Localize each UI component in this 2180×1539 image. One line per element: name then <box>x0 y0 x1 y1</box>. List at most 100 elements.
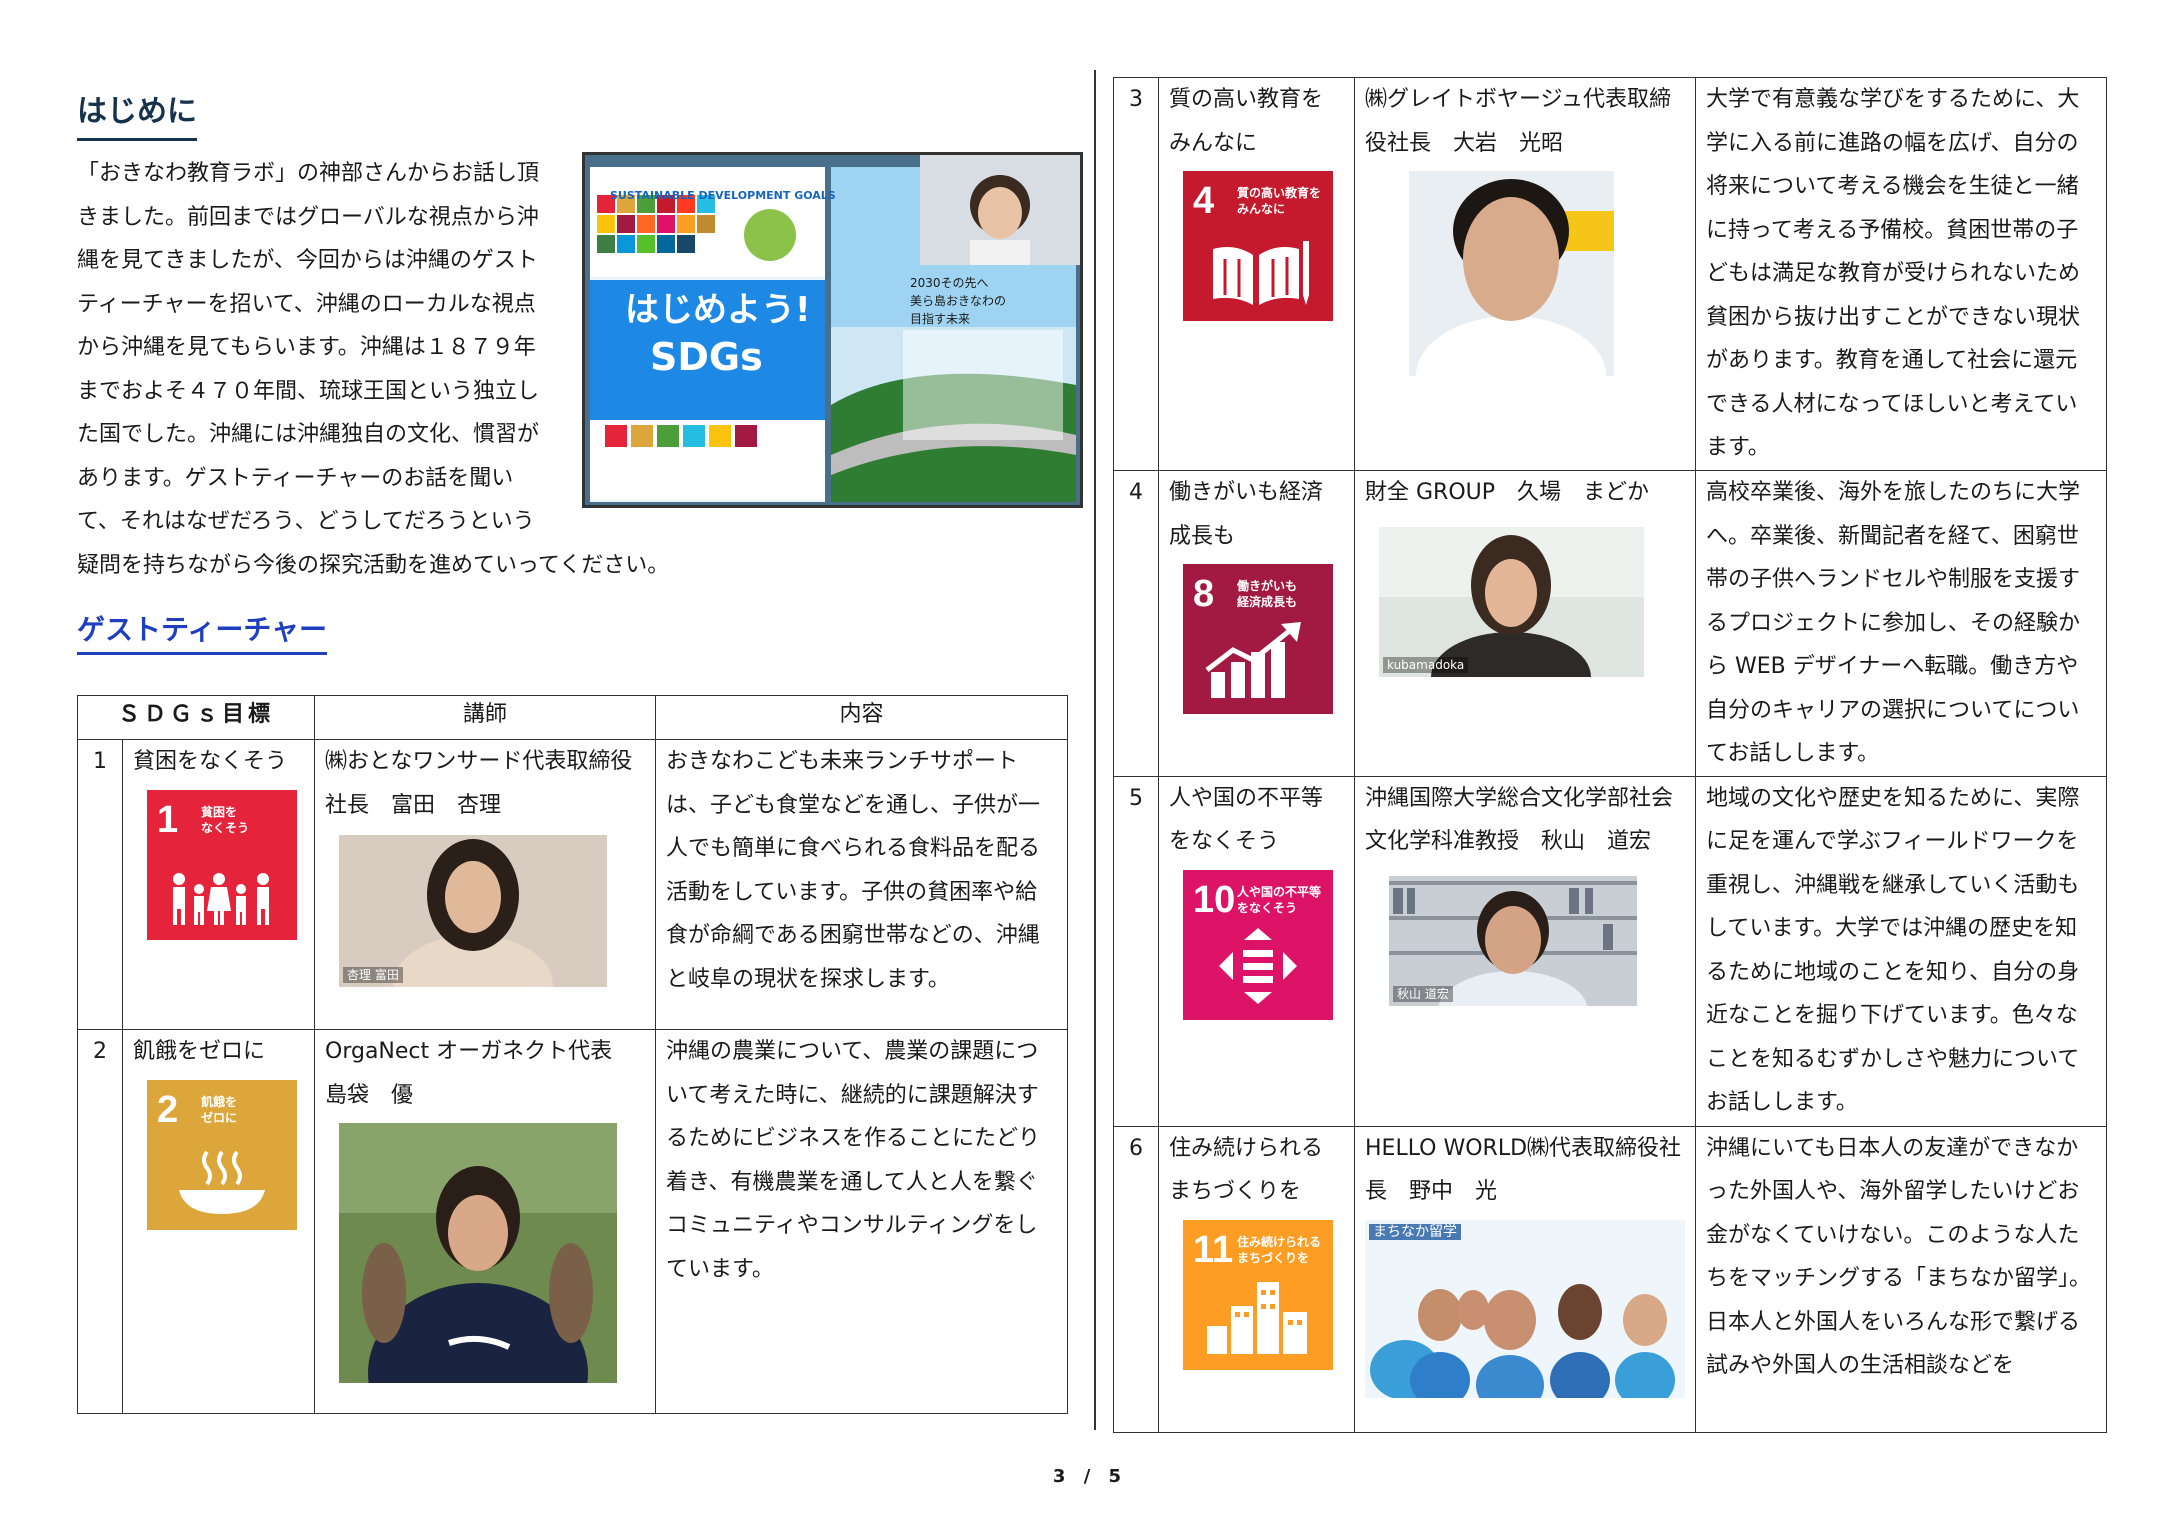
teacher-name: ㈱グレイトボヤージュ代表取締役社長 大岩 光昭 <box>1365 87 1672 156</box>
goal-cell: 飢餓をゼロに 2 飢餓を ゼロに <box>121 1029 316 1414</box>
goal-label: 飢餓をゼロに <box>133 1039 266 1064</box>
intro-photo: SUSTAINABLE DEVELOPMENT GOALS はじめよう! SDG… <box>582 152 1083 508</box>
goal-cell: 貧困をなくそう 1 貧困を なくそう <box>121 739 316 1030</box>
goal-cell: 人や国の不平等をなくそう 10 人や国の不平等 をなくそう <box>1158 775 1355 1127</box>
content-cell: 沖縄にいても日本人の友達ができなかった外国人や、海外留学したいけどお金がなくてい… <box>1695 1125 2107 1433</box>
content-text: おきなわこども未来ランチサポートは、子ども食堂などを通し、子供が一人でも簡単に食… <box>666 749 1041 992</box>
teacher-photo: kubamadoka <box>1379 526 1644 677</box>
teacher-photo: 秋山 道宏 <box>1389 875 1637 1006</box>
header-content: 内容 <box>655 695 1069 740</box>
table-row: 1 貧困をなくそう 1 貧困を なくそう ㈱おとなワンサード代表取締役社長 富田… <box>77 739 1069 1030</box>
content-cell: おきなわこども未来ランチサポートは、子ども食堂などを通し、子供が一人でも簡単に食… <box>655 739 1069 1030</box>
sdg-tile-number: 4 <box>1193 180 1215 222</box>
photo-caption: 杏理 富田 <box>343 967 403 983</box>
guest-teacher-heading: ゲストティーチャー <box>77 610 328 655</box>
sdg-tile-label: 住み続けられる まちづくりを <box>1237 1234 1322 1265</box>
teacher-cell: OrgaNect オーガネクト代表 島袋 優 <box>314 1029 657 1414</box>
header-teacher: 講師 <box>314 695 657 740</box>
sdg-tile-label: 飢餓を ゼロに <box>201 1094 238 1125</box>
inequality-icon <box>1219 927 1297 1004</box>
sdg-tile-number: 1 <box>157 798 179 841</box>
teacher-photo: まちなか留学 <box>1365 1219 1685 1398</box>
teacher-photo <box>339 1123 618 1383</box>
poster-right-caption-2: 美ら島おきなわの <box>910 294 1007 308</box>
goal-label: 質の高い教育をみんなに <box>1169 87 1324 156</box>
row-number: 5 <box>1113 775 1159 1127</box>
table-row: 6 住み続けられるまちづくりを 11 住み続けられる まちづくりを HELLO … <box>1113 1125 2107 1433</box>
teacher-cell: HELLO WORLD㈱代表取締役社長 野中 光 まちなか留学 <box>1354 1125 1696 1433</box>
poster-right-caption-1: 2030その先へ <box>910 276 989 290</box>
page-number: 3 / 5 <box>1052 1466 1128 1487</box>
poster-right-caption-3: 目指す未来 <box>910 312 971 326</box>
growth-chart-icon <box>1205 622 1301 698</box>
content-text: 大学で有意義な学びをするために、大学に入る前に進路の幅を広げ、自分の将来について… <box>1706 87 2081 460</box>
sdg-tile-number: 10 <box>1193 878 1236 921</box>
sdg-tile-label: 働きがいも 経済成長も <box>1237 579 1298 609</box>
teacher-name: OrgaNect オーガネクト代表 島袋 優 <box>325 1039 635 1108</box>
teacher-photo: 杏理 富田 <box>339 835 608 987</box>
family-icon <box>173 872 269 925</box>
header-goal: ＳＤＧｓ目標 <box>76 695 316 740</box>
city-buildings-icon <box>1207 1281 1307 1354</box>
row-number: 1 <box>77 739 123 1030</box>
intro-paragraph-text: 「おきなわ教育ラボ」の神部さんからお話し頂きました。前回まではグローバルな視点か… <box>77 161 670 578</box>
sdg-tile-number: 2 <box>157 1088 179 1131</box>
table-row: 4 働きがいも経済成長も 8 働きがいも 経済成長も 財全 GROUP 久場 ま… <box>1113 470 2107 777</box>
row-number: 2 <box>77 1029 123 1414</box>
goal-label: 住み続けられるまちづくりを <box>1169 1135 1324 1205</box>
content-text: 高校卒業後、海外を旅したのちに大学へ。卒業後、新聞記者を経て、困窮世帯の子供へラ… <box>1706 480 2081 766</box>
content-text: 沖縄の農業について、農業の課題について考えた時に、継続的に課題解決するためにビジ… <box>666 1039 1041 1282</box>
poster-illustration <box>585 155 1080 505</box>
teacher-photo <box>1409 171 1614 376</box>
teacher-cell: ㈱グレイトボヤージュ代表取締役社長 大岩 光昭 <box>1354 77 1696 471</box>
row-number: 6 <box>1113 1125 1159 1433</box>
sdg-goal-11-icon: 11 住み続けられる まちづくりを <box>1183 1219 1333 1370</box>
row-number: 4 <box>1113 470 1159 777</box>
teacher-cell: 財全 GROUP 久場 まどか kubamadoka <box>1354 470 1696 777</box>
content-cell: 沖縄の農業について、農業の課題について考えた時に、継続的に課題解決するためにビジ… <box>655 1029 1069 1414</box>
teacher-cell: 沖縄国際大学総合文化学部社会文化学科准教授 秋山 道宏 秋山 道宏 <box>1354 775 1696 1127</box>
photo-caption: まちなか留学 <box>1369 1223 1461 1240</box>
goal-label: 人や国の不平等をなくそう <box>1169 785 1324 855</box>
teacher-name: HELLO WORLD㈱代表取締役社長 野中 光 <box>1365 1135 1682 1205</box>
goal-label: 貧困をなくそう <box>133 749 288 774</box>
sdg-tile-number: 11 <box>1193 1228 1234 1271</box>
teacher-name: 財全 GROUP 久場 まどか <box>1365 480 1650 505</box>
content-text: 地域の文化や歴史を知るために、実際に足を運んで学ぶフィールドワークを重視し、沖縄… <box>1706 785 2080 1116</box>
guest-table-left: ＳＤＧｓ目標 講師 内容 1 貧困をなくそう 1 貧困を なくそう ㈱おとなワン… <box>76 695 1069 1414</box>
sdg-goal-10-icon: 10 人や国の不平等 をなくそう <box>1183 869 1333 1020</box>
intro-heading: はじめに <box>77 92 197 141</box>
sdg-goal-4-icon: 4 質の高い教育を みんなに <box>1183 171 1333 321</box>
poster-title-line2: SDGs <box>650 335 763 379</box>
row-number: 3 <box>1113 77 1159 471</box>
sdg-tile-label: 貧困を なくそう <box>201 804 250 835</box>
content-cell: 地域の文化や歴史を知るために、実際に足を運んで学ぶフィールドワークを重視し、沖縄… <box>1695 775 2107 1127</box>
table-row: 2 飢餓をゼロに 2 飢餓を ゼロに OrgaNect オーガネクト代表 島袋 … <box>77 1029 1069 1414</box>
teacher-name: ㈱おとなワンサード代表取締役社長 富田 杏理 <box>325 749 633 818</box>
photo-caption: kubamadoka <box>1383 656 1469 673</box>
sdg-tile-number: 8 <box>1193 573 1215 615</box>
teacher-name: 沖縄国際大学総合文化学部社会文化学科准教授 秋山 道宏 <box>1365 785 1674 855</box>
poster-goals-label: SUSTAINABLE DEVELOPMENT GOALS <box>610 189 836 202</box>
poster-title-line1: はじめよう! <box>625 290 811 330</box>
sdg-goal-2-icon: 2 飢餓を ゼロに <box>147 1079 297 1230</box>
photo-caption: 秋山 道宏 <box>1393 985 1453 1002</box>
goal-cell: 質の高い教育をみんなに 4 質の高い教育を みんなに <box>1158 77 1355 471</box>
sdg-goal-8-icon: 8 働きがいも 経済成長も <box>1183 564 1333 714</box>
sdg-tile-label: 人や国の不平等 をなくそう <box>1237 884 1322 915</box>
sdg-tile-label: 質の高い教育を みんなに <box>1237 186 1322 216</box>
content-text: 沖縄にいても日本人の友達ができなかった外国人や、海外留学したいけどお金がなくてい… <box>1706 1135 2092 1379</box>
goal-cell: 住み続けられるまちづくりを 11 住み続けられる まちづくりを <box>1158 1125 1355 1433</box>
goal-label: 働きがいも経済成長も <box>1169 480 1324 549</box>
content-cell: 大学で有意義な学びをするために、大学に入る前に進路の幅を広げ、自分の将来について… <box>1695 77 2107 471</box>
goal-cell: 働きがいも経済成長も 8 働きがいも 経済成長も <box>1158 470 1355 777</box>
table-row: 5 人や国の不平等をなくそう 10 人や国の不平等 をなくそう 沖縄国際大学総合… <box>1113 775 2107 1127</box>
guest-table-right: 3 質の高い教育をみんなに 4 質の高い教育を みんなに ㈱グレイトボヤージュ代… <box>1113 77 2107 1433</box>
table-row: 3 質の高い教育をみんなに 4 質の高い教育を みんなに ㈱グレイトボヤージュ代… <box>1113 77 2107 471</box>
book-icon <box>1213 241 1309 305</box>
teacher-cell: ㈱おとなワンサード代表取締役社長 富田 杏理 杏理 富田 <box>314 739 657 1030</box>
sdg-goal-1-icon: 1 貧困を なくそう <box>147 789 297 940</box>
column-divider <box>1094 70 1096 1430</box>
table-header-row: ＳＤＧｓ目標 講師 内容 <box>76 695 1069 740</box>
content-cell: 高校卒業後、海外を旅したのちに大学へ。卒業後、新聞記者を経て、困窮世帯の子供へラ… <box>1695 470 2107 777</box>
